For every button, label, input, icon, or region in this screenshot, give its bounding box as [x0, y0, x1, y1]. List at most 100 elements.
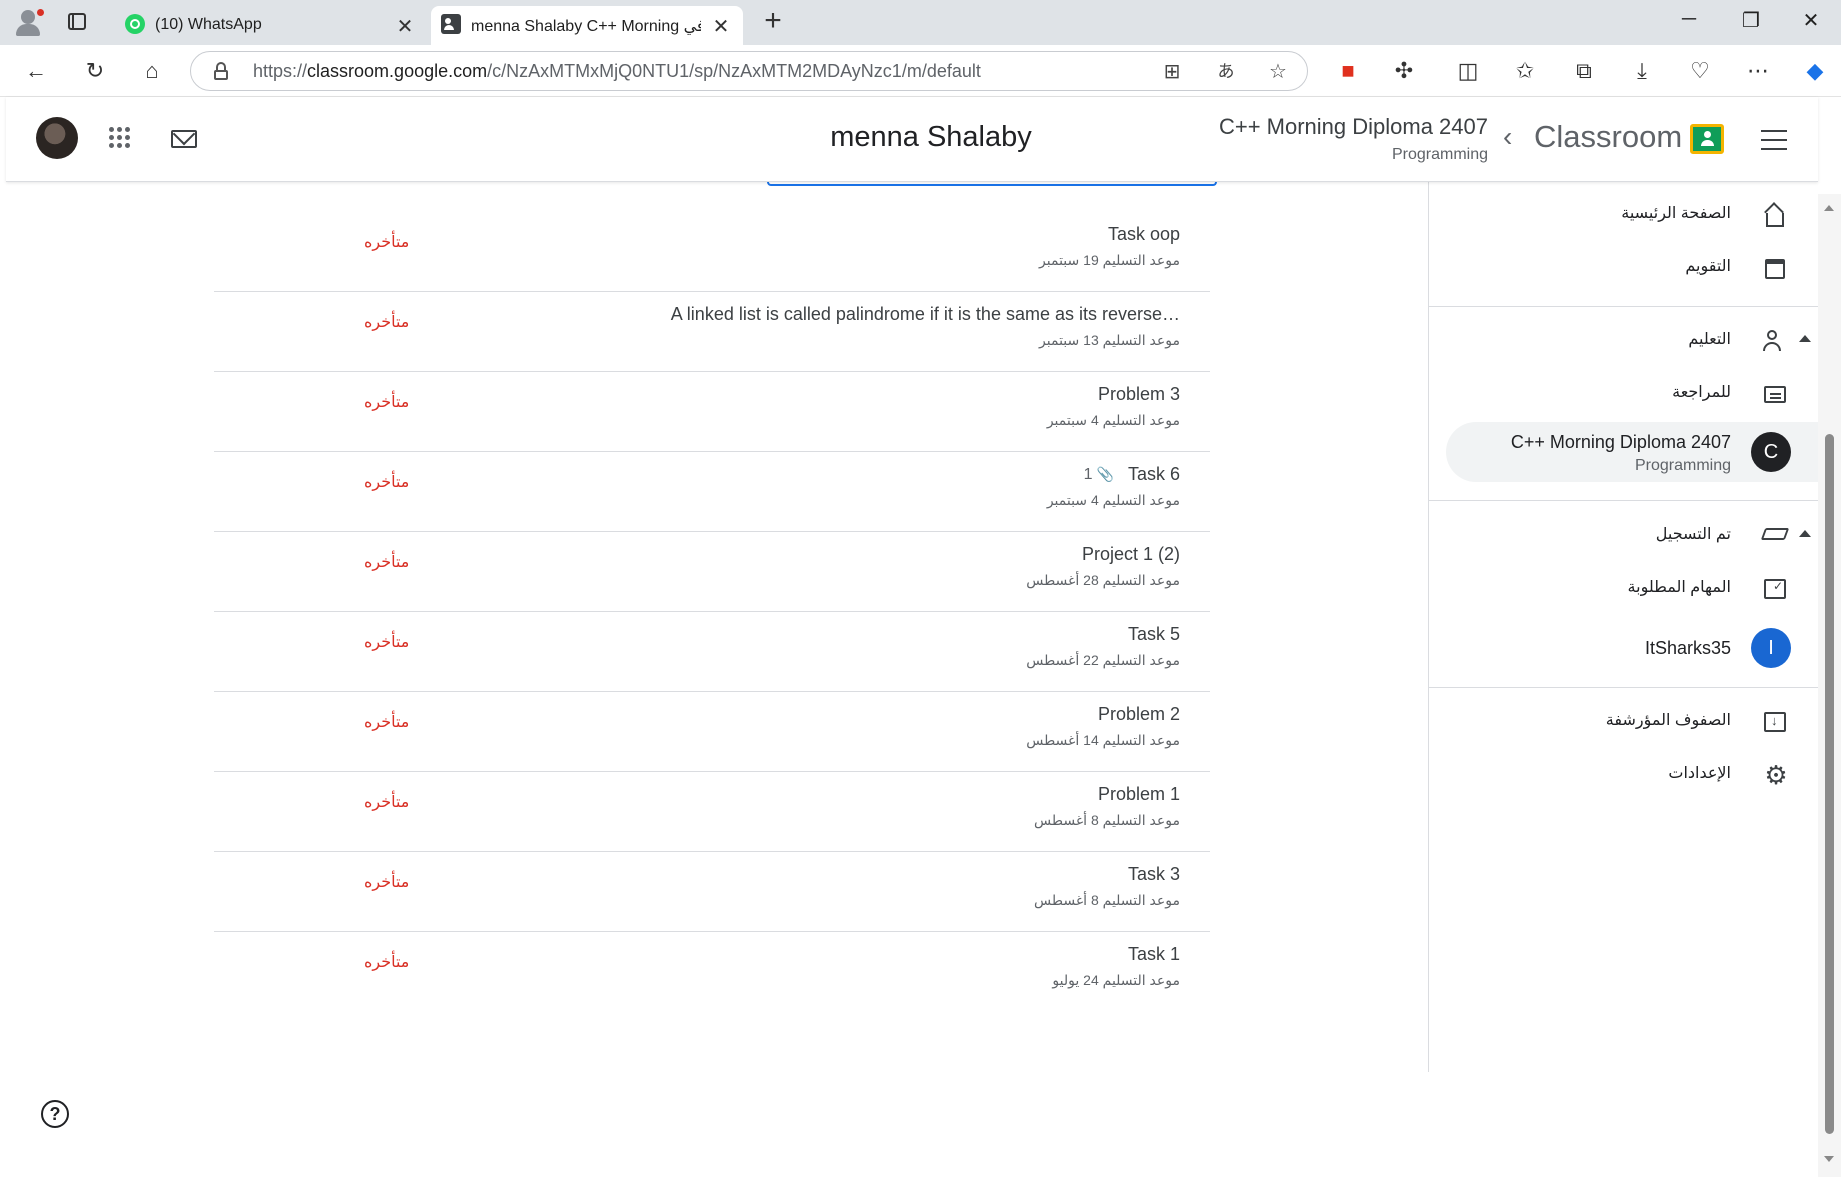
- collapse-caret-icon[interactable]: [1799, 335, 1811, 342]
- nav-label: للمراجعة: [1672, 384, 1731, 401]
- copilot-icon[interactable]: ◆: [1801, 57, 1829, 85]
- extension-icon[interactable]: ■: [1334, 57, 1362, 85]
- assignment-title[interactable]: Problem 2: [1098, 704, 1180, 725]
- nav-course-cpp-morning[interactable]: C++ Morning Diploma 2407 Programming C: [1446, 422, 1819, 482]
- collapse-caret-icon[interactable]: [1799, 530, 1811, 537]
- classroom-brand[interactable]: Classroom: [1534, 119, 1682, 155]
- scrollbar-thumb[interactable]: [1825, 434, 1834, 1134]
- filter-field-edge[interactable]: [767, 182, 1217, 186]
- downloads-icon[interactable]: ⤓: [1628, 57, 1656, 85]
- classroom-logo-icon[interactable]: [1690, 124, 1724, 154]
- assignment-row[interactable]: Problem 2 موعد التسليم 14 أغسطس متأخره: [214, 692, 1210, 772]
- late-status-label: متأخره: [364, 474, 410, 491]
- assignment-row[interactable]: Project 1 (2) موعد التسليم 28 أغسطس متأخره: [214, 532, 1210, 612]
- help-icon[interactable]: ?: [41, 1100, 69, 1128]
- assignment-row[interactable]: Task oop موعد التسليم 19 سبتمبر متأخره: [214, 212, 1210, 292]
- assignment-row[interactable]: A linked list is called palindrome if it…: [214, 292, 1210, 372]
- tab-classroom[interactable]: menna Shalaby C++ Morning في ✕: [431, 6, 743, 45]
- nav-label: تم التسجيل: [1655, 526, 1731, 543]
- assignment-title[interactable]: Problem 3: [1098, 384, 1180, 405]
- nav-settings[interactable]: الإعدادات ⚙: [1429, 749, 1819, 801]
- url-text[interactable]: https://classroom.google.com/c/NzAxMTMxM…: [253, 61, 981, 82]
- classroom-app-bar: menna Shalaby C++ Morning Diploma 2407 P…: [6, 97, 1818, 182]
- attachment-count: 1 📎: [1084, 466, 1114, 484]
- address-bar[interactable]: https://classroom.google.com/c/NzAxMTMxM…: [190, 51, 1308, 91]
- nav-archived[interactable]: الصفوف المؤرشفة: [1429, 696, 1819, 748]
- account-avatar[interactable]: [36, 117, 78, 159]
- nav-enrolled[interactable]: تم التسجيل: [1429, 510, 1819, 562]
- more-menu-icon[interactable]: ⋯: [1744, 57, 1772, 85]
- checklist-icon: [1761, 575, 1789, 603]
- mail-icon[interactable]: [171, 130, 197, 148]
- google-apps-icon[interactable]: [109, 127, 131, 149]
- navigation-drawer: الصفحة الرئيسية التقويم التعليم للمراجعة…: [1428, 182, 1819, 1072]
- reload-icon[interactable]: ↻: [81, 57, 109, 85]
- close-window-icon[interactable]: ✕: [1796, 8, 1826, 33]
- due-date: موعد التسليم 8 أغسطس: [1034, 812, 1180, 828]
- split-screen-icon[interactable]: ◫: [1454, 57, 1482, 85]
- due-date: موعد التسليم 22 أغسطس: [1026, 652, 1180, 668]
- back-icon[interactable]: ←: [22, 57, 50, 85]
- assignment-title[interactable]: Task 6: [1128, 464, 1180, 485]
- scroll-down-arrow-icon[interactable]: [1824, 1156, 1834, 1162]
- nav-calendar[interactable]: التقويم: [1429, 242, 1819, 294]
- nav-teaching[interactable]: التعليم: [1429, 315, 1819, 367]
- extensions-puzzle-icon[interactable]: ✣: [1390, 57, 1418, 85]
- attachment-number: 1: [1083, 466, 1093, 483]
- classroom-tab-icon: [441, 14, 461, 34]
- nav-todo[interactable]: المهام المطلوبة: [1429, 563, 1819, 615]
- nav-divider: [1429, 500, 1819, 501]
- due-date: موعد التسليم 8 أغسطس: [1034, 892, 1180, 908]
- nav-divider: [1429, 306, 1819, 307]
- restore-icon[interactable]: ❐: [1736, 8, 1766, 33]
- favorites-icon[interactable]: ✩: [1511, 57, 1539, 85]
- assignment-title[interactable]: Project 1 (2): [1082, 544, 1180, 565]
- nav-divider: [1429, 687, 1819, 688]
- course-letter-avatar: C: [1751, 432, 1791, 472]
- assignment-row[interactable]: Task 5 موعد التسليم 22 أغسطس متأخره: [214, 612, 1210, 692]
- nav-course-itsharks35[interactable]: ItSharks35 I: [1429, 618, 1819, 678]
- browser-profile-icon[interactable]: [12, 7, 46, 37]
- nav-home[interactable]: الصفحة الرئيسية: [1429, 189, 1819, 241]
- due-date: موعد التسليم 14 أغسطس: [1026, 732, 1180, 748]
- nav-to-review[interactable]: للمراجعة: [1429, 368, 1819, 420]
- tab-whatsapp[interactable]: (10) WhatsApp ✕: [115, 6, 427, 45]
- course-title-link[interactable]: C++ Morning Diploma 2407: [1219, 114, 1488, 140]
- due-date: موعد التسليم 13 سبتمبر: [1039, 332, 1180, 348]
- assignment-row[interactable]: Problem 1 موعد التسليم 8 أغسطس متأخره: [214, 772, 1210, 852]
- home-icon[interactable]: ⌂: [138, 57, 166, 85]
- browser-essentials-icon[interactable]: ♡: [1686, 57, 1714, 85]
- minimize-icon[interactable]: ─: [1674, 8, 1704, 31]
- nav-label: الصفوف المؤرشفة: [1605, 712, 1731, 729]
- close-tab-icon[interactable]: ✕: [711, 14, 731, 39]
- home-icon: [1761, 201, 1789, 229]
- main-menu-icon[interactable]: [1761, 130, 1787, 150]
- assignment-title[interactable]: Task 5: [1128, 624, 1180, 645]
- collections-icon[interactable]: ⧉: [1570, 57, 1598, 85]
- assignment-list: Task oop موعد التسليم 19 سبتمبر متأخره A li…: [214, 212, 1210, 1012]
- assignment-row[interactable]: Task 1 موعد التسليم 24 يوليو متأخره: [214, 932, 1210, 1012]
- scroll-up-arrow-icon[interactable]: [1824, 205, 1834, 211]
- assignment-row[interactable]: Task 6 1 📎 موعد التسليم 4 سبتمبر متأخره: [214, 452, 1210, 532]
- assignment-title[interactable]: Problem 1: [1098, 784, 1180, 805]
- student-work-panel: Task oop موعد التسليم 19 سبتمبر متأخره A li…: [6, 182, 1428, 1128]
- assignment-row[interactable]: Task 3 موعد التسليم 8 أغسطس متأخره: [214, 852, 1210, 932]
- translate-icon[interactable]: あ: [1213, 59, 1239, 85]
- assignment-title[interactable]: Task 1: [1128, 944, 1180, 965]
- lock-icon[interactable]: [211, 61, 231, 81]
- tab-actions-icon[interactable]: [66, 11, 90, 33]
- page-scrollbar[interactable]: [1818, 194, 1841, 1177]
- app-available-icon[interactable]: ⊞: [1159, 59, 1185, 85]
- new-tab-button[interactable]: +: [758, 4, 788, 38]
- assignment-title[interactable]: Task oop: [1108, 224, 1180, 245]
- assignment-row[interactable]: Problem 3 موعد التسليم 4 سبتمبر متأخره: [214, 372, 1210, 452]
- assignment-title[interactable]: Task 3: [1128, 864, 1180, 885]
- assignment-title[interactable]: A linked list is called palindrome if it…: [671, 304, 1180, 325]
- course-subtitle: Programming: [1391, 146, 1488, 163]
- gear-icon: ⚙: [1764, 760, 1788, 790]
- graduation-cap-icon: [1760, 522, 1790, 550]
- due-date: موعد التسليم 4 سبتمبر: [1046, 492, 1180, 508]
- late-status-label: متأخره: [364, 714, 410, 731]
- close-tab-icon[interactable]: ✕: [395, 14, 415, 39]
- favorite-star-icon[interactable]: ☆: [1265, 59, 1291, 85]
